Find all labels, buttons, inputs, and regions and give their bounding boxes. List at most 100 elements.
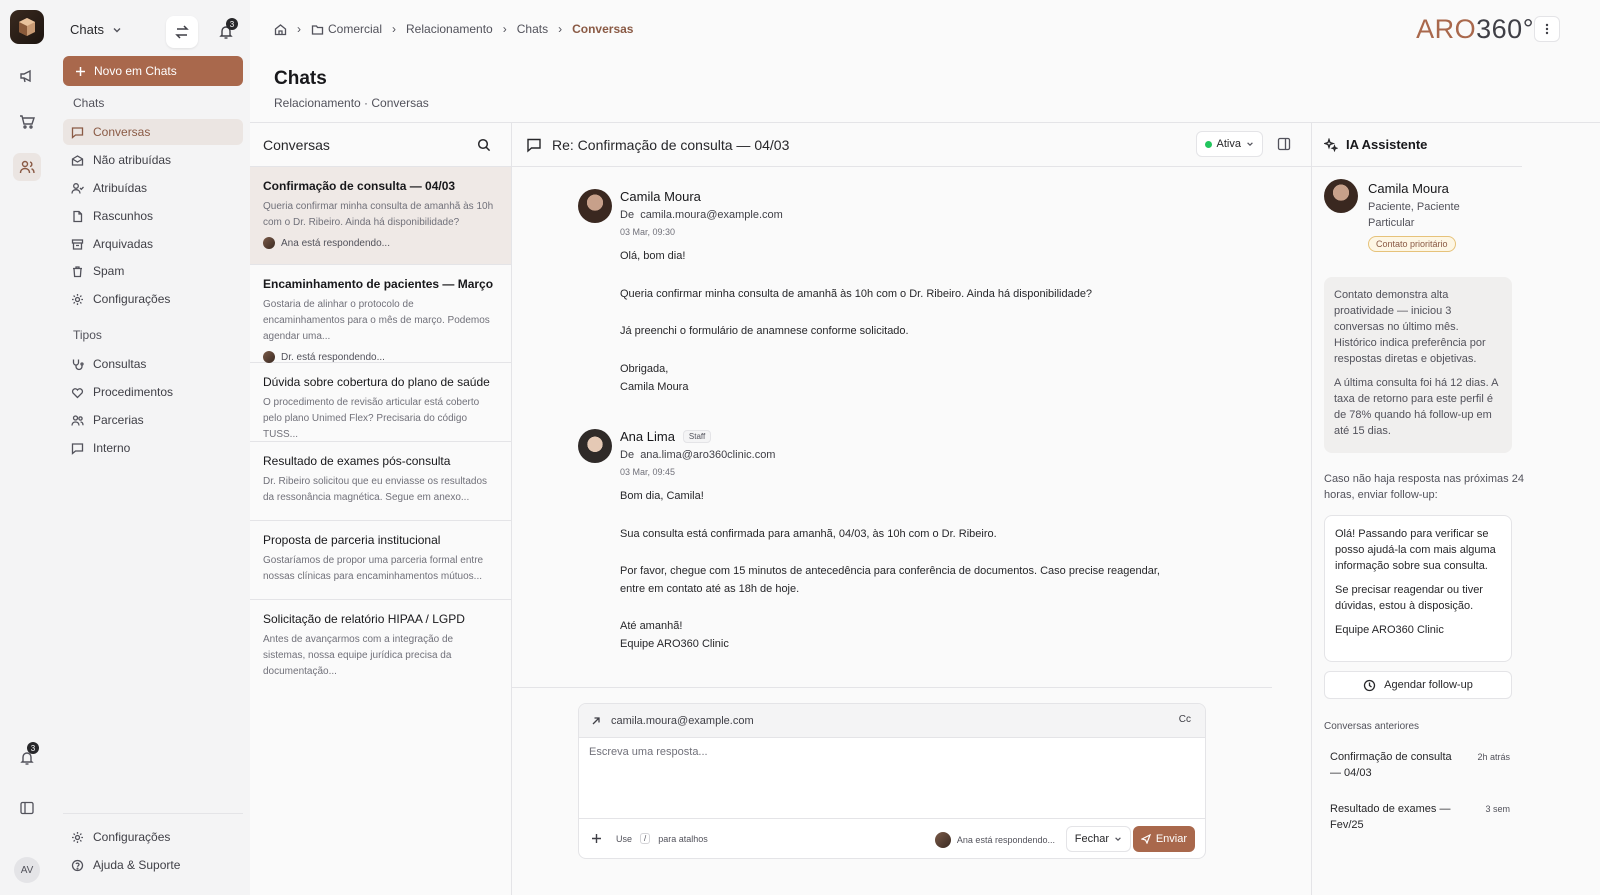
heart-icon bbox=[71, 387, 84, 398]
sidebar-item-rascunhos[interactable]: Rascunhos bbox=[63, 203, 243, 229]
users-icon bbox=[71, 414, 84, 426]
chat-icon bbox=[71, 126, 84, 139]
sidebar-item-label: Ajuda & Suporte bbox=[93, 858, 181, 872]
page-title: Chats bbox=[274, 68, 327, 89]
list-item[interactable]: Resultado de exames pós-consulta Dr. Rib… bbox=[250, 442, 511, 521]
insight-text: A última consulta foi há 12 dias. A taxa… bbox=[1334, 377, 1498, 437]
chat-icon bbox=[71, 442, 84, 455]
close-label: Fechar bbox=[1074, 833, 1109, 845]
users-icon[interactable] bbox=[13, 153, 41, 181]
user-avatar[interactable]: AV bbox=[14, 857, 40, 883]
chevron-right-icon: › bbox=[558, 22, 563, 36]
side-panel-icon[interactable] bbox=[1277, 137, 1291, 151]
sidebar-item-configuracoes[interactable]: Configurações bbox=[63, 286, 243, 312]
recipient-row[interactable]: camila.moura@example.com Cc bbox=[579, 704, 1205, 738]
clock-icon bbox=[1364, 679, 1376, 691]
thread-divider bbox=[512, 687, 1272, 688]
sidebar-item-spam[interactable]: Spam bbox=[63, 258, 243, 284]
cc-button[interactable]: Cc bbox=[1179, 714, 1191, 725]
hint-text: para atalhos bbox=[658, 833, 708, 844]
list-item[interactable]: Confirmação de consulta — 04/03 Queria c… bbox=[250, 167, 511, 265]
plus-icon bbox=[76, 66, 85, 76]
sidebar-item-label: Não atribuídas bbox=[93, 153, 172, 167]
chevron-right-icon: › bbox=[502, 22, 507, 36]
megaphone-icon[interactable] bbox=[13, 62, 41, 90]
typing-indicator: Ana está respondendo... bbox=[934, 832, 1055, 848]
list-item[interactable]: Proposta de parceria institucional Gosta… bbox=[250, 521, 511, 600]
sidebar-item-interno[interactable]: Interno bbox=[63, 435, 243, 461]
trash-icon bbox=[73, 265, 82, 277]
status-dot bbox=[1204, 140, 1212, 148]
sidebar-footer-ajuda[interactable]: Ajuda & Suporte bbox=[63, 852, 243, 878]
list-item-title: Encaminhamento de pacientes — Março bbox=[263, 277, 494, 291]
new-chat-button[interactable]: Novo em Chats bbox=[63, 56, 243, 86]
message-date: 03 Mar, 09:45 bbox=[620, 467, 676, 477]
list-item[interactable]: Encaminhamento de pacientes — Março Gost… bbox=[250, 265, 511, 363]
sidebar-item-consultas[interactable]: Consultas bbox=[63, 351, 243, 377]
chevron-down-icon bbox=[1247, 142, 1253, 147]
typing-indicator: Dr. está respondendo... bbox=[263, 351, 498, 363]
brand-part: ARO bbox=[1416, 14, 1477, 44]
staff-badge: Staff bbox=[682, 430, 712, 443]
previous-conversations-title: Conversas anteriores bbox=[1324, 721, 1420, 732]
typing-text: Ana está respondendo... bbox=[956, 835, 1055, 845]
sender-email: ana.lima@aro360clinic.com bbox=[640, 449, 776, 461]
send-button[interactable]: Enviar bbox=[1132, 826, 1195, 852]
search-icon[interactable] bbox=[477, 138, 491, 152]
message-line: Até amanhã! bbox=[620, 620, 683, 632]
breadcrumb-item[interactable]: Chats bbox=[517, 22, 548, 36]
shortcut-key: / bbox=[640, 833, 651, 844]
swap-icon bbox=[175, 25, 189, 39]
sidebar-item-parcerias[interactable]: Parcerias bbox=[63, 407, 243, 433]
ai-header: IA Assistente bbox=[1312, 123, 1522, 167]
sidebar-item-label: Rascunhos bbox=[93, 209, 154, 223]
home-icon[interactable] bbox=[274, 23, 287, 36]
list-item[interactable]: Dúvida sobre cobertura do plano de saúde… bbox=[250, 363, 511, 442]
previous-conversation-item[interactable]: Resultado de exames — Fev/25 3 sem bbox=[1330, 801, 1510, 833]
toggle-sidebar-icon[interactable] bbox=[13, 794, 41, 822]
workspace-select[interactable]: Chats bbox=[70, 22, 122, 37]
notification-badge: 3 bbox=[27, 742, 39, 754]
stethoscope-icon bbox=[72, 359, 84, 370]
folder-icon bbox=[311, 24, 324, 35]
notifications-icon[interactable]: 3 bbox=[13, 742, 41, 772]
new-chat-label: Novo em Chats bbox=[94, 64, 177, 78]
sidebar-item-atribuidas[interactable]: Atribuídas bbox=[63, 175, 243, 201]
sidebar-item-nao-atribuidas[interactable]: Não atribuídas bbox=[63, 147, 243, 173]
section-chats-title: Chats bbox=[73, 96, 105, 110]
previous-time: 2h atrás bbox=[1477, 752, 1510, 762]
conversation-list: Conversas Confirmação de consulta — 04/0… bbox=[250, 122, 512, 895]
plus-icon[interactable] bbox=[591, 833, 602, 844]
reply-input[interactable]: Escreva uma resposta... bbox=[579, 738, 1205, 820]
avatar bbox=[1324, 179, 1358, 213]
sidebar-item-arquivadas[interactable]: Arquivadas bbox=[63, 231, 243, 257]
bell-button[interactable]: 3 bbox=[212, 18, 240, 46]
followup-draft[interactable]: Olá! Passando para verificar se posso aj… bbox=[1324, 515, 1512, 662]
status-select[interactable]: Ativa bbox=[1195, 131, 1263, 157]
breadcrumb-item[interactable]: Relacionamento bbox=[406, 22, 493, 36]
sidebar-item-procedimentos[interactable]: Procedimentos bbox=[63, 379, 243, 405]
sidebar-item-label: Arquivadas bbox=[93, 237, 154, 251]
list-title: Conversas bbox=[263, 136, 330, 153]
thread-subject: Re: Confirmação de consulta — 04/03 bbox=[552, 136, 790, 153]
message-line: Já preenchi o formulário de anamnese con… bbox=[620, 325, 909, 337]
app-logo[interactable] bbox=[10, 10, 44, 44]
sidebar-item-conversas[interactable]: Conversas bbox=[63, 119, 243, 145]
breadcrumb-item[interactable]: Comercial bbox=[328, 22, 382, 36]
bell-badge: 3 bbox=[226, 18, 238, 30]
previous-conversation-item[interactable]: Confirmação de consulta — 04/03 2h atrás bbox=[1330, 749, 1510, 781]
draft-text: Se precisar reagendar ou tiver dúvidas, … bbox=[1335, 584, 1483, 612]
schedule-followup-button[interactable]: Agendar follow-up bbox=[1324, 671, 1512, 699]
swap-button[interactable] bbox=[166, 16, 198, 48]
cart-icon[interactable] bbox=[13, 108, 41, 136]
more-button[interactable] bbox=[1534, 16, 1560, 42]
ai-title: IA Assistente bbox=[1346, 137, 1428, 152]
sidebar-item-label: Configurações bbox=[93, 292, 171, 306]
close-select[interactable]: Fechar bbox=[1065, 826, 1131, 852]
list-item[interactable]: Solicitação de relatório HIPAA / LGPD An… bbox=[250, 600, 511, 679]
sender-email: camila.moura@example.com bbox=[640, 209, 783, 221]
avatar bbox=[263, 351, 275, 363]
sidebar-footer-configuracoes[interactable]: Configurações bbox=[63, 824, 243, 850]
sender-name: Ana Lima bbox=[620, 429, 675, 444]
main-area: › Comercial › Relacionamento › Chats › C… bbox=[250, 0, 1600, 895]
